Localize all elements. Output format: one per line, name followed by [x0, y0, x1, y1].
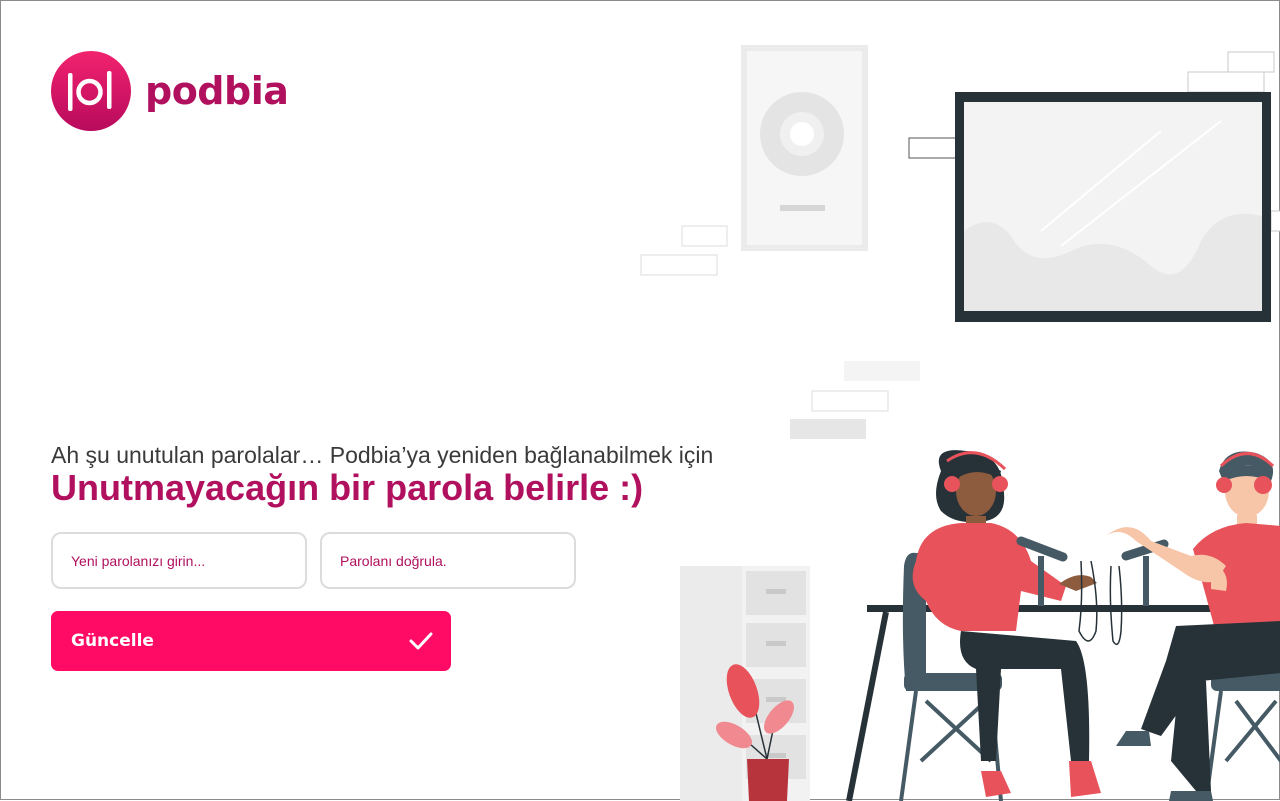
- wall-block-filled: [790, 419, 866, 439]
- update-button[interactable]: Güncelle: [51, 611, 451, 671]
- new-password-field[interactable]: [51, 532, 307, 589]
- confirm-password-input[interactable]: [322, 534, 574, 587]
- record-frame-icon: [741, 45, 868, 251]
- podcast-recording-illustration: [601, 1, 1280, 801]
- new-password-input[interactable]: [53, 534, 305, 587]
- update-button-label: Güncelle: [71, 631, 154, 651]
- brand-name: podbia: [145, 69, 288, 113]
- page-title: Unutmayacağın bir parola belirle :): [51, 467, 643, 509]
- confirm-password-field[interactable]: [320, 532, 576, 589]
- wall-screen-icon: [955, 92, 1271, 322]
- wall-block-light: [844, 361, 920, 381]
- microphone-right-icon: [1110, 544, 1164, 644]
- podbia-logo-icon: [51, 51, 131, 131]
- brand-logo[interactable]: podbia: [51, 51, 288, 131]
- check-icon: [409, 631, 433, 651]
- man-host-figure: [1106, 451, 1280, 801]
